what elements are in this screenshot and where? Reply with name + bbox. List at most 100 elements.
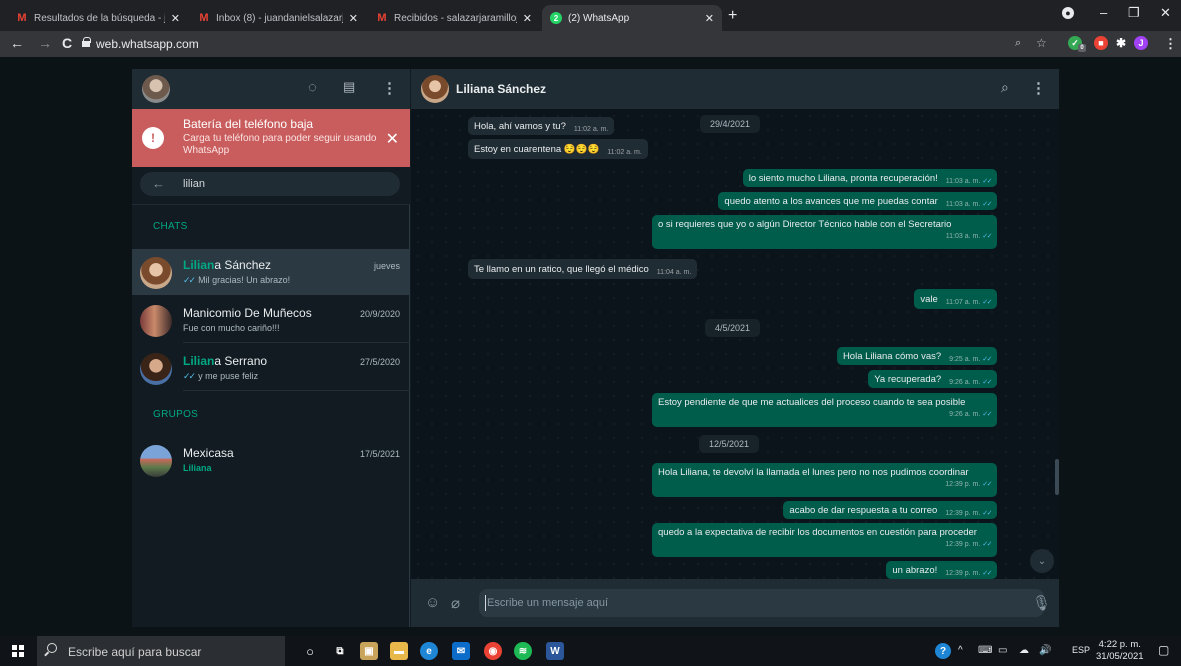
clock[interactable]: 4:22 p. m. 31/05/2021 — [1096, 639, 1144, 663]
store-icon[interactable]: ▣ — [360, 642, 378, 660]
word-icon[interactable]: W — [546, 642, 564, 660]
bookmark-star-icon[interactable]: ☆ — [1036, 36, 1047, 50]
message-in[interactable]: Te llamo en un ratico, que llegó el médi… — [468, 259, 698, 279]
message-in[interactable]: Hola, ahí vamos y tu? 11:02 a. m. — [468, 117, 615, 135]
close-icon[interactable]: ✕ — [349, 12, 358, 25]
extensions-puzzle-icon[interactable]: ✱ — [1114, 36, 1128, 50]
new-tab-button[interactable]: + — [728, 7, 737, 25]
message-out[interactable]: un abrazo! 12:39 p. m. ✓✓ — [886, 561, 997, 579]
message-out[interactable]: quedo atento a los avances que me puedas… — [718, 192, 997, 210]
help-icon[interactable]: ? — [935, 643, 951, 659]
volume-icon[interactable]: 🔊 — [1039, 645, 1051, 656]
edge-icon[interactable]: e — [420, 642, 438, 660]
lock-icon[interactable] — [82, 37, 91, 47]
chat-time: 17/5/2021 — [359, 449, 400, 459]
section-chats: CHATS — [153, 221, 188, 232]
whatsapp-icon: 2 — [550, 12, 562, 24]
message-out[interactable]: Hola Liliana cómo vas? 9:25 a. m. ✓✓ — [836, 347, 997, 365]
restore-button[interactable]: ❐ — [1128, 5, 1140, 21]
message-out[interactable]: acabo de dar respuesta a tu correo 12:39 … — [783, 501, 997, 519]
close-icon[interactable]: ✕ — [386, 129, 399, 149]
tab-inbox[interactable]: M Inbox (8) - juandanielsalazarj@gm ✕ — [190, 5, 366, 31]
language-indicator[interactable]: ESP — [1072, 645, 1090, 655]
reload-button[interactable]: C — [62, 35, 72, 51]
network-icon[interactable]: ▭ — [998, 645, 1007, 656]
tab-recibidos[interactable]: M Recibidos - salazarjaramillojuand ✕ — [368, 5, 540, 31]
adblock-icon[interactable]: ■ — [1094, 36, 1108, 50]
chat-item-manicomio[interactable]: Manicomio De Muñecos Fue con mucho cariñ… — [132, 297, 410, 343]
address-bar[interactable]: web.whatsapp.com — [96, 37, 199, 51]
message-composer[interactable] — [479, 589, 1044, 617]
chrome-menu-icon[interactable]: ⋮ — [1164, 36, 1177, 52]
microphone-icon[interactable]: 🎙 — [1032, 594, 1051, 612]
tab-search-results[interactable]: M Resultados de la búsqueda - juan ✕ — [8, 5, 188, 31]
message-out[interactable]: Estoy pendiente de que me actualices del… — [652, 393, 997, 427]
keyboard-icon[interactable]: ⌨ — [978, 645, 992, 656]
search-icon[interactable]: ⌕ — [1001, 79, 1009, 96]
windows-taskbar: Escribe aquí para buscar ○ ⧉ ▣ ▬ e ✉ ◉ ≋… — [0, 636, 1181, 666]
message-out[interactable]: Hola Liliana, te devolví la llamada el l… — [652, 463, 997, 497]
chat-item-mexicasa[interactable]: Mexicasa Liliana 17/5/2021 — [132, 437, 410, 483]
chat-item-liliana-serrano[interactable]: Liliana Serrano ✓✓ y me puse feliz 27/5/2… — [132, 345, 410, 391]
extension-badge: 0 — [1078, 44, 1086, 52]
battery-alert-text: Carga tu teléfono para poder seguir usan… — [183, 133, 377, 156]
media-icon[interactable]: ● — [1062, 7, 1074, 19]
message-in[interactable]: Estoy en cuarentena 😌😌😌 11:02 a. m. — [468, 139, 648, 159]
profile-avatar[interactable]: J — [1134, 36, 1148, 50]
cortana-icon[interactable]: ○ — [301, 642, 319, 660]
conversation-header[interactable]: Liliana Sánchez ⌕ ⋮ — [411, 69, 1059, 109]
window-close-button[interactable]: ✕ — [1160, 5, 1171, 21]
taskbar-search-placeholder: Escribe aquí para buscar — [68, 645, 202, 659]
message-out[interactable]: vale 11:07 a. m. ✓✓ — [914, 289, 997, 309]
close-icon[interactable]: ✕ — [171, 12, 180, 25]
mail-icon[interactable]: ✉ — [452, 642, 470, 660]
search-box[interactable]: ← — [140, 172, 400, 196]
close-icon[interactable]: ✕ — [523, 12, 532, 25]
scrollbar[interactable] — [1055, 459, 1059, 495]
new-chat-icon[interactable]: ▤ — [343, 79, 355, 95]
back-arrow-icon[interactable]: ← — [152, 176, 165, 191]
task-view-icon[interactable]: ⧉ — [331, 642, 349, 660]
tab-title: Resultados de la búsqueda - juan — [34, 12, 165, 24]
file-explorer-icon[interactable]: ▬ — [390, 642, 408, 660]
menu-icon[interactable]: ⋮ — [382, 79, 397, 97]
gmail-icon: M — [377, 12, 387, 24]
zoom-icon[interactable]: ⌕ — [1015, 37, 1021, 50]
cloud-icon[interactable]: ☁ — [1019, 645, 1029, 656]
message-list[interactable]: Hola, ahí vamos y tu? 11:02 a. m. 29/4/20… — [411, 109, 1059, 579]
windows-start-icon[interactable] — [12, 645, 24, 657]
contact-avatar — [140, 257, 172, 289]
contact-avatar[interactable] — [421, 75, 449, 103]
divider — [183, 390, 410, 391]
back-button[interactable]: ← — [10, 35, 24, 51]
message-out[interactable]: Ya recuperada? 9:26 a. m. ✓✓ — [868, 370, 997, 388]
attach-clip-icon[interactable]: ⌀ — [451, 594, 460, 612]
notifications-icon[interactable]: ▢ — [1158, 643, 1169, 657]
double-check-icon: ✓✓ — [982, 570, 992, 577]
my-avatar[interactable] — [142, 75, 170, 103]
clock-time: 4:22 p. m. — [1098, 639, 1141, 650]
chevron-up-icon[interactable]: ^ — [958, 645, 963, 656]
chrome-icon[interactable]: ◉ — [484, 642, 502, 660]
message-out[interactable]: lo siento mucho Liliana, pronta recupera… — [742, 169, 997, 187]
emoji-icon[interactable]: ☺ — [425, 594, 440, 611]
spotify-icon[interactable]: ≋ — [514, 642, 532, 660]
status-icon[interactable]: ◌ — [308, 79, 317, 96]
search-input[interactable] — [183, 176, 383, 192]
message-out[interactable]: quedo a la expectativa de recibir los do… — [652, 523, 997, 557]
side-panel: ◌ ▤ ⋮ ! Batería del teléfono baja Carga … — [132, 69, 410, 627]
minimize-button[interactable]: – — [1100, 5, 1107, 20]
message-out[interactable]: o si requieres que yo o algún Director T… — [652, 215, 997, 249]
composer-bar: ☺ ⌀ 🎙 — [411, 579, 1059, 627]
tab-whatsapp[interactable]: 2 (2) WhatsApp ✕ — [542, 5, 722, 31]
contact-name[interactable]: Liliana Sánchez — [456, 82, 546, 96]
menu-icon[interactable]: ⋮ — [1031, 79, 1046, 97]
chat-name: Manicomio De Muñecos — [183, 306, 312, 320]
forward-button[interactable]: → — [38, 35, 52, 51]
taskbar-search[interactable]: Escribe aquí para buscar — [37, 636, 285, 666]
scroll-down-button[interactable]: ⌄ — [1030, 549, 1054, 573]
chat-item-liliana-sanchez[interactable]: Liliana Sánchez ✓✓ Mil gracias! Un abrazo… — [132, 249, 410, 295]
message-input[interactable] — [487, 595, 1027, 611]
tab-title: Recibidos - salazarjaramillojuand — [394, 12, 517, 24]
close-icon[interactable]: ✕ — [705, 12, 714, 25]
